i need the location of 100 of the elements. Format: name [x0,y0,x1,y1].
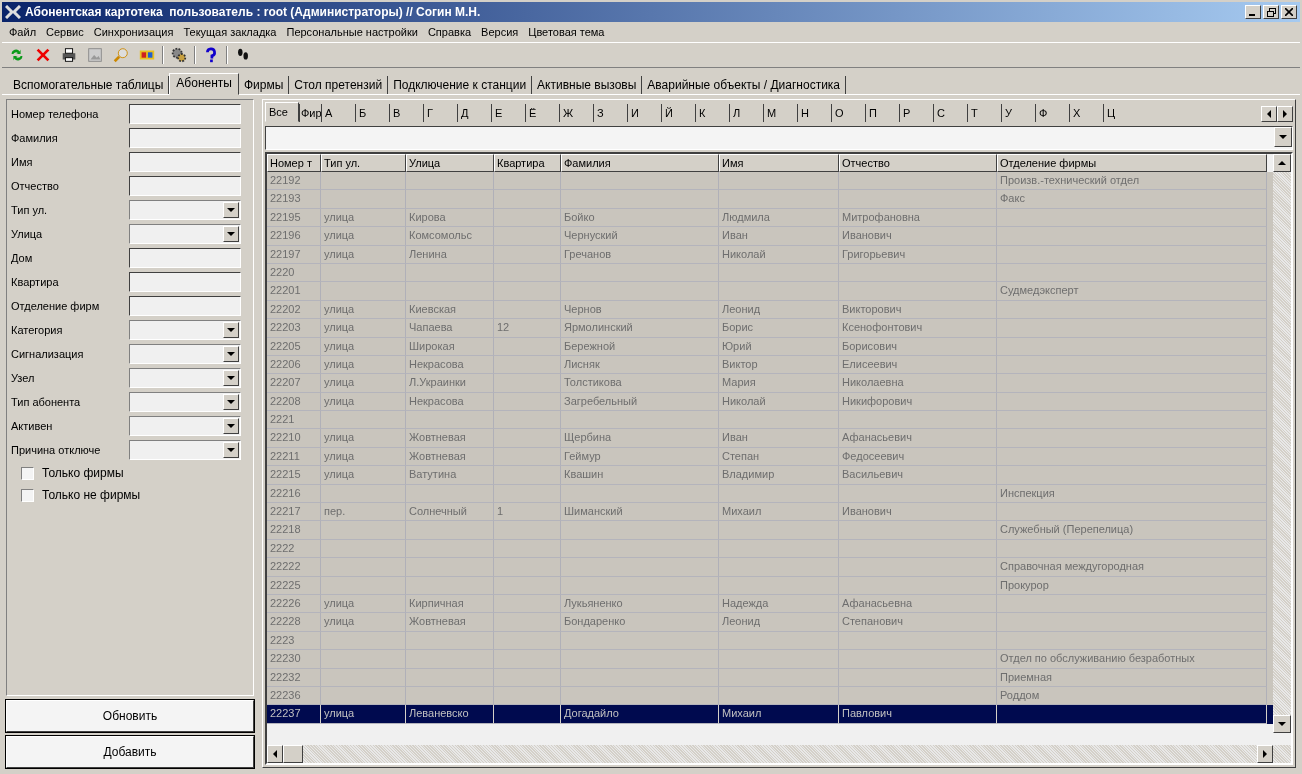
field-label: Отчество [11,180,60,192]
dropdown[interactable] [129,224,241,244]
table-cell: 22218 [270,523,301,536]
table-cell: Викторович [842,302,902,315]
minimize-button[interactable] [1245,5,1261,19]
table-cell: Николай [722,247,766,260]
app-icon [5,5,21,19]
menu-item[interactable]: Персональные настройки [281,26,423,38]
input-field[interactable] [129,104,241,124]
table-row[interactable]: 22237 улица Леваневско Догадайло Михаил Павлович [267,705,1273,724]
table-cell: Степан [722,449,760,462]
table-cell: Роддом [1000,688,1040,701]
table-cell: Чапаева [409,321,453,334]
scroll-up-button[interactable] [1273,154,1291,172]
dropdown[interactable] [129,344,241,364]
table-cell: Борисович [842,339,898,352]
input-field[interactable] [129,272,241,292]
dropdown[interactable] [129,368,241,388]
table-cell: Николай [722,394,766,407]
table-cell: 22208 [270,394,301,407]
table-cell: Борис [722,321,754,334]
table-cell: Виктор [722,357,758,370]
table-cell: 22216 [270,486,301,499]
scroll-left-button[interactable] [1261,106,1277,122]
menu-item[interactable]: Текущая закладка [178,26,282,38]
field-label: Тип абонента [11,396,82,408]
maximize-button[interactable] [1263,5,1279,19]
dropdown[interactable] [129,440,241,460]
table-cell: 2223 [270,633,295,646]
checkbox[interactable] [21,466,34,480]
column-header[interactable]: Фамилия [561,154,719,172]
scroll-thumb[interactable] [283,745,303,763]
column-header[interactable]: Квартира [494,154,561,172]
search-field[interactable] [265,126,1293,150]
restore-icon [1266,7,1276,17]
field-label: Улица [11,228,44,240]
table-cell: Никифорович [842,394,913,407]
table-cell: 22230 [270,652,301,665]
horizontal-scrollbar[interactable] [267,745,1291,763]
table-cell: Бондаренко [564,615,626,628]
input-field[interactable] [129,296,241,316]
table-cell: Афанасьевна [842,597,913,609]
menu-item[interactable]: Цветовая тема [523,26,610,38]
table-cell: Гречанов [564,247,612,260]
table-cell: Солнечный [409,505,467,518]
action-button[interactable]: Обновить [6,700,254,732]
letter-tab[interactable]: Все [265,102,299,122]
checkbox[interactable] [21,488,34,502]
letter-tab[interactable]: Фир [299,104,321,122]
field-label: Узел [11,372,36,384]
scroll-left-button[interactable] [267,745,283,763]
table-cell: 22211 [270,449,300,462]
column-header[interactable]: Отделение фирмы [997,154,1267,172]
menu-item[interactable]: Файл [4,26,42,38]
table-cell: Леонид [722,615,761,628]
scroll-right-button[interactable] [1277,106,1293,122]
table-cell: Загребельный [564,394,638,407]
table-cell: Иван [722,431,748,444]
menu-item[interactable]: Версия [476,26,524,38]
tab[interactable]: Абоненты [169,73,239,95]
table-cell: Людмила [722,210,770,223]
menu-item[interactable]: Справка [422,26,477,38]
table-cell: Иванович [842,229,892,242]
table-cell: 1 [497,505,504,518]
dropdown[interactable] [129,416,241,436]
input-field[interactable] [129,248,241,268]
table-cell: Иван [722,229,748,242]
table-cell: Мария [722,376,756,389]
table-cell: Федосеевич [842,449,905,462]
input-field[interactable] [129,128,241,148]
close-button[interactable] [1281,5,1297,19]
column-header[interactable]: Улица [406,154,494,172]
input-field[interactable] [129,152,241,172]
column-header[interactable]: Имя [719,154,839,172]
vertical-scrollbar[interactable] [1273,154,1291,733]
column-header[interactable]: Тип ул. [321,154,406,172]
table-cell: улица [324,321,355,334]
action-button[interactable]: Добавить [6,736,254,768]
table-cell: Инспекция [1000,486,1055,499]
table-cell: Иванович [842,505,892,518]
dropdown[interactable] [129,320,241,340]
table-cell: 22203 [270,321,301,334]
table-cell: Справочная междугородная [1000,560,1144,573]
menu-item[interactable]: Сервис [41,26,89,38]
dropdown[interactable] [129,200,241,220]
menu-item[interactable]: Синхронизация [88,26,179,38]
table-cell: Васильевич [842,468,904,481]
table-cell: 22202 [270,302,301,315]
input-field[interactable] [129,176,241,196]
table-cell: 2222 [270,541,295,554]
scroll-down-button[interactable] [1273,715,1291,733]
table-cell: Геймур [564,449,601,462]
column-header[interactable]: Отчество [839,154,997,172]
table-cell: Митрофановна [842,210,920,223]
scroll-right-button[interactable] [1257,745,1273,763]
table-cell: Служебный (Перепелица) [1000,523,1134,536]
dropdown[interactable] [129,392,241,412]
table-cell: улица [324,339,355,352]
column-header[interactable]: Номер т [267,154,321,172]
table-cell: улица [324,376,355,389]
